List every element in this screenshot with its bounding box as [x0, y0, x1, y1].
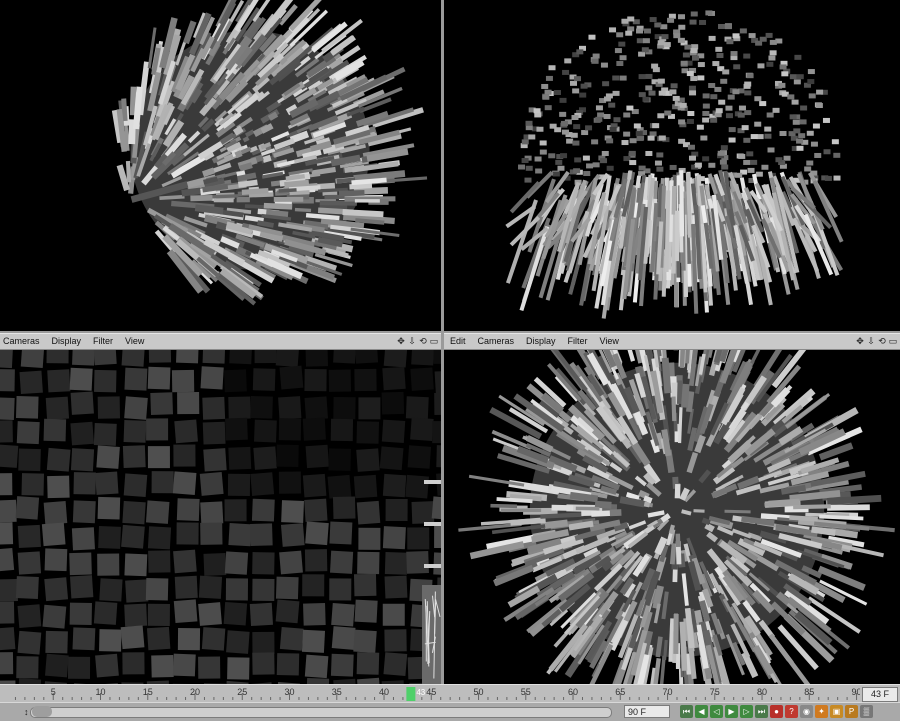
- step-back-icon[interactable]: ◀: [695, 705, 708, 718]
- maximize-icon[interactable]: ▭: [888, 336, 898, 347]
- range-slider-handle[interactable]: [32, 706, 52, 717]
- timeline-tick-label: 20: [190, 687, 200, 697]
- menu-cameras[interactable]: Cameras: [3, 334, 40, 349]
- viewport-nav-icons: ✥ ⇩ ⟲ ▭: [854, 335, 898, 348]
- menu-display[interactable]: Display: [526, 334, 556, 349]
- viewport-bottom-right[interactable]: [444, 350, 900, 684]
- maximize-icon[interactable]: ▭: [429, 336, 439, 347]
- help-icon[interactable]: ?: [785, 705, 798, 718]
- key-auto-icon[interactable]: ▣: [830, 705, 843, 718]
- record-icon[interactable]: ●: [770, 705, 783, 718]
- current-frame-field[interactable]: 43 F: [862, 687, 898, 702]
- timeline-tick-label: 55: [521, 687, 531, 697]
- transport-buttons: ⏮◀◁▶▷⏭●?◉✦▣P▒: [680, 705, 875, 718]
- menu-display[interactable]: Display: [52, 334, 82, 349]
- timeline-tick-label: 65: [615, 687, 625, 697]
- rotate-icon[interactable]: ⟲: [877, 336, 887, 347]
- playback-controls: ↕ 90 F ⏮◀◁▶▷⏭●?◉✦▣P▒: [0, 702, 900, 721]
- timeline-tick-label: 35: [332, 687, 342, 697]
- menu-view[interactable]: View: [600, 334, 619, 349]
- viewport-bottom-right-menubar: Edit Cameras Display Filter View ✥ ⇩ ⟲ ▭: [444, 333, 900, 350]
- viewport-divider[interactable]: [441, 0, 444, 684]
- viewport-menu: Edit Cameras Display Filter View: [450, 334, 631, 349]
- timeline[interactable]: 5 10 15 20 25 30 35 40 45 50 55 60 65 70 75 80 85 90 43 43…: [0, 684, 900, 703]
- viewport-top-right[interactable]: [444, 0, 900, 331]
- menu-filter[interactable]: Filter: [568, 334, 588, 349]
- playhead[interactable]: [406, 687, 415, 701]
- menu-view[interactable]: View: [125, 334, 144, 349]
- menu-filter[interactable]: Filter: [93, 334, 113, 349]
- viewport-bottom-left-menubar: Cameras Display Filter View ✥ ⇩ ⟲ ▭: [0, 333, 441, 350]
- playhead-label: 43: [416, 688, 425, 697]
- closeup-render: [0, 350, 441, 684]
- viewport-divider-horizontal[interactable]: [0, 331, 900, 333]
- move-icon[interactable]: ✥: [855, 336, 865, 347]
- zoom-icon[interactable]: ⇩: [407, 336, 417, 347]
- zoom-icon[interactable]: ⇩: [866, 336, 876, 347]
- timeline-tick-label: 90: [852, 687, 860, 697]
- move-icon[interactable]: ✥: [396, 336, 406, 347]
- timeline-tick-label: 45: [426, 687, 436, 697]
- key-pos-icon[interactable]: P: [845, 705, 858, 718]
- menu-cameras[interactable]: Cameras: [478, 334, 515, 349]
- timeline-tick-label: 30: [285, 687, 295, 697]
- timeline-tick-label: 5: [51, 687, 56, 697]
- step-forward-icon[interactable]: ▷: [740, 705, 753, 718]
- timeline-tick-label: 50: [474, 687, 484, 697]
- timeline-ruler[interactable]: 5 10 15 20 25 30 35 40 45 50 55 60 65 70 75 80 85 90 43: [0, 685, 860, 703]
- key-grid-icon[interactable]: ▒: [860, 705, 873, 718]
- start-marker-icon[interactable]: ↕: [24, 707, 29, 717]
- sphere-render-top: [444, 350, 900, 684]
- go-end-icon[interactable]: ⏭: [755, 705, 768, 718]
- timeline-tick-label: 15: [143, 687, 153, 697]
- timeline-tick-label: 10: [95, 687, 105, 697]
- timeline-tick-label: 80: [757, 687, 767, 697]
- play-icon[interactable]: ▶: [725, 705, 738, 718]
- range-slider[interactable]: [30, 707, 612, 718]
- key-select-icon[interactable]: ✦: [815, 705, 828, 718]
- timeline-tick-label: 60: [568, 687, 578, 697]
- timeline-tick-label: 70: [663, 687, 673, 697]
- rotate-icon[interactable]: ⟲: [418, 336, 428, 347]
- play-back-icon[interactable]: ◁: [710, 705, 723, 718]
- keyframe-icon[interactable]: ◉: [800, 705, 813, 718]
- viewport-nav-icons: ✥ ⇩ ⟲ ▭: [395, 335, 439, 348]
- timeline-tick-label: 85: [804, 687, 814, 697]
- sphere-render-front: [444, 0, 900, 331]
- viewport-bottom-left[interactable]: [0, 350, 441, 684]
- timeline-tick-label: 40: [379, 687, 389, 697]
- go-start-icon[interactable]: ⏮: [680, 705, 693, 718]
- viewport-top-left[interactable]: [0, 0, 441, 331]
- menu-edit[interactable]: Edit: [450, 334, 466, 349]
- timeline-tick-label: 25: [237, 687, 247, 697]
- sphere-render-side: [0, 0, 441, 331]
- viewport-menu: Cameras Display Filter View: [3, 334, 156, 349]
- timeline-tick-label: 75: [710, 687, 720, 697]
- end-frame-field[interactable]: 90 F: [624, 705, 670, 718]
